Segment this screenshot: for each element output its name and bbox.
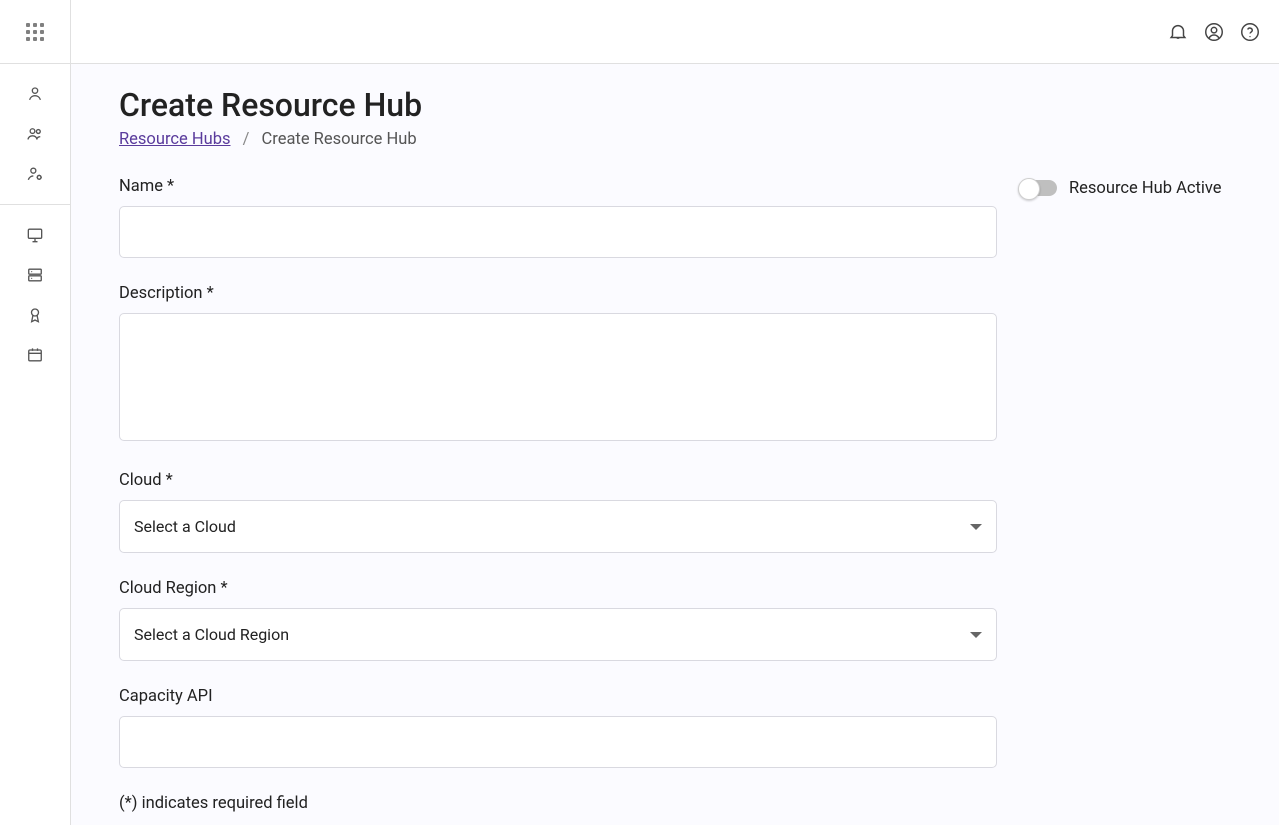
main-column: Create Resource Hub Resource Hubs / Crea…: [71, 0, 1279, 825]
person-icon: [25, 84, 45, 104]
page-title: Create Resource Hub: [119, 86, 1231, 124]
sidebar-item-people[interactable]: [0, 114, 70, 154]
person-gear-icon: [25, 164, 45, 184]
caret-down-icon: [970, 524, 982, 530]
help-icon[interactable]: [1239, 21, 1261, 43]
page: Create Resource Hub Resource Hubs / Crea…: [71, 64, 1279, 825]
topbar: [71, 0, 1279, 64]
sidebar-group-resources: [0, 205, 70, 385]
field-name: Name *: [119, 177, 997, 258]
breadcrumb: Resource Hubs / Create Resource Hub: [119, 130, 1231, 149]
label-name: Name *: [119, 177, 997, 196]
toggle-active-row: Resource Hub Active: [1021, 177, 1231, 201]
sidebar-group-users: [0, 64, 70, 205]
sidebar-item-server[interactable]: [0, 255, 70, 295]
label-cloud-region: Cloud Region *: [119, 579, 997, 598]
sidebar-apps-button[interactable]: [0, 0, 70, 64]
breadcrumb-parent-link[interactable]: Resource Hubs: [119, 130, 231, 149]
active-toggle[interactable]: [1021, 180, 1057, 196]
cloud-select[interactable]: Select a Cloud: [119, 500, 997, 553]
monitor-icon: [25, 225, 45, 245]
content-area: Create Resource Hub Resource Hubs / Crea…: [71, 64, 1279, 825]
form-left: Name * Description * Cloud * Select a Cl…: [119, 177, 997, 813]
label-capacity-api: Capacity API: [119, 687, 997, 706]
account-icon[interactable]: [1203, 21, 1225, 43]
form-row: Name * Description * Cloud * Select a Cl…: [119, 177, 1231, 813]
capacity-api-input[interactable]: [119, 716, 997, 768]
sidebar-item-person[interactable]: [0, 74, 70, 114]
calendar-icon: [25, 345, 45, 365]
breadcrumb-separator: /: [243, 130, 250, 149]
required-note: (*) indicates required field: [119, 794, 997, 813]
field-description: Description *: [119, 284, 997, 445]
label-cloud: Cloud *: [119, 471, 997, 490]
cloud-region-select-value: Select a Cloud Region: [134, 625, 289, 644]
sidebar-item-calendar[interactable]: [0, 335, 70, 375]
label-description: Description *: [119, 284, 997, 303]
breadcrumb-current: Create Resource Hub: [262, 130, 417, 149]
apps-grid-icon: [26, 23, 44, 41]
sidebar-item-person-gear[interactable]: [0, 154, 70, 194]
field-capacity-api: Capacity API: [119, 687, 997, 768]
bell-icon[interactable]: [1167, 21, 1189, 43]
sidebar: [0, 0, 71, 825]
name-input[interactable]: [119, 206, 997, 258]
cloud-select-value: Select a Cloud: [134, 517, 236, 536]
field-cloud: Cloud * Select a Cloud: [119, 471, 997, 553]
award-icon: [25, 305, 45, 325]
sidebar-item-monitor[interactable]: [0, 215, 70, 255]
field-cloud-region: Cloud Region * Select a Cloud Region: [119, 579, 997, 661]
caret-down-icon: [970, 632, 982, 638]
active-toggle-label: Resource Hub Active: [1069, 177, 1222, 201]
server-icon: [25, 265, 45, 285]
description-textarea[interactable]: [119, 313, 997, 441]
sidebar-item-award[interactable]: [0, 295, 70, 335]
people-icon: [25, 124, 45, 144]
form-right: Resource Hub Active: [1021, 177, 1231, 201]
cloud-region-select[interactable]: Select a Cloud Region: [119, 608, 997, 661]
toggle-knob: [1018, 178, 1040, 200]
